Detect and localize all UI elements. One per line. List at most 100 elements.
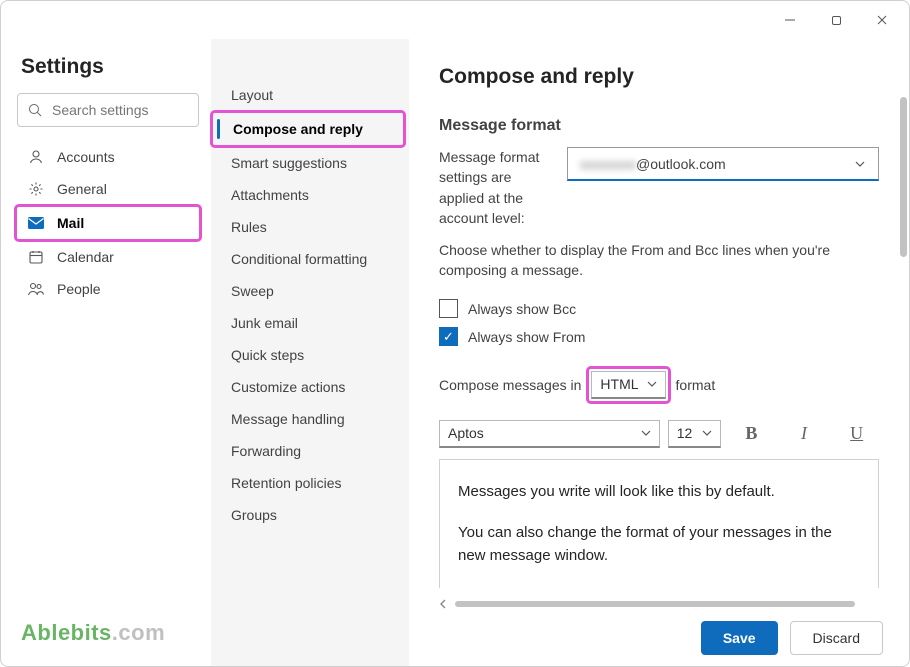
settings-window: Settings Accounts General bbox=[0, 0, 910, 667]
account-select[interactable]: xxxxxxxx@outlook.com bbox=[567, 147, 879, 181]
save-button[interactable]: Save bbox=[701, 621, 778, 655]
bold-button[interactable]: B bbox=[729, 419, 774, 449]
font-toolbar: Aptos 12 B I U bbox=[439, 419, 879, 449]
secondary-sidebar: Layout Compose and reply Smart suggestio… bbox=[211, 39, 409, 666]
person-icon bbox=[27, 149, 45, 165]
primary-sidebar: Settings Accounts General bbox=[1, 39, 211, 666]
bold-icon: B bbox=[745, 423, 757, 444]
font-size-value: 12 bbox=[677, 425, 693, 441]
maximize-icon bbox=[831, 15, 842, 26]
brand-watermark: Ablebits.com bbox=[17, 620, 199, 656]
subnav-item-label: Quick steps bbox=[231, 347, 304, 363]
discard-button-label: Discard bbox=[813, 630, 860, 646]
chevron-down-icon bbox=[647, 379, 657, 389]
gear-icon bbox=[27, 181, 45, 197]
compose-format-suffix: format bbox=[676, 377, 716, 393]
subnav-item-label: Retention policies bbox=[231, 475, 342, 491]
subnav-item-label: Layout bbox=[231, 87, 273, 103]
compose-format-row: Compose messages in HTML format bbox=[439, 369, 879, 401]
chevron-down-icon bbox=[702, 428, 712, 438]
account-masked-name: xxxxxxxx bbox=[580, 156, 636, 172]
subnav-item-label: Compose and reply bbox=[233, 121, 363, 137]
chevron-left-icon bbox=[439, 599, 449, 609]
subnav-item-message-handling[interactable]: Message handling bbox=[211, 403, 409, 435]
subnav-item-retention-policies[interactable]: Retention policies bbox=[211, 467, 409, 499]
subnav-item-sweep[interactable]: Sweep bbox=[211, 275, 409, 307]
message-preview: Messages you write will look like this b… bbox=[439, 459, 879, 588]
sidebar-item-mail[interactable]: Mail bbox=[17, 207, 199, 239]
compose-format-prefix: Compose messages in bbox=[439, 377, 581, 393]
chevron-down-icon bbox=[641, 428, 651, 438]
checkbox-icon bbox=[439, 299, 458, 318]
subnav-item-compose-and-reply[interactable]: Compose and reply bbox=[213, 113, 403, 145]
page-title: Compose and reply bbox=[439, 65, 879, 89]
compose-format-select[interactable]: HTML bbox=[591, 371, 665, 399]
sidebar-item-label: People bbox=[57, 281, 101, 297]
sidebar-item-general[interactable]: General bbox=[17, 173, 199, 205]
checkbox-label: Always show Bcc bbox=[468, 301, 576, 317]
sidebar-item-label: Calendar bbox=[57, 249, 114, 265]
subnav-item-smart-suggestions[interactable]: Smart suggestions bbox=[211, 147, 409, 179]
account-domain: @outlook.com bbox=[636, 156, 726, 172]
window-close-button[interactable] bbox=[859, 4, 905, 36]
horizontal-scrollbar-track[interactable] bbox=[439, 598, 879, 610]
sidebar-item-calendar[interactable]: Calendar bbox=[17, 241, 199, 273]
underline-button[interactable]: U bbox=[834, 419, 879, 449]
account-level-label: Message format settings are applied at t… bbox=[439, 147, 549, 228]
subnav-item-junk-email[interactable]: Junk email bbox=[211, 307, 409, 339]
save-button-label: Save bbox=[723, 630, 756, 646]
chevron-down-icon bbox=[854, 158, 866, 170]
sidebar-item-label: Mail bbox=[57, 215, 84, 231]
subnav-item-label: Junk email bbox=[231, 315, 298, 331]
always-show-from-checkbox[interactable]: ✓ Always show From bbox=[439, 323, 879, 351]
subnav-item-layout[interactable]: Layout bbox=[211, 79, 409, 111]
section-heading: Message format bbox=[439, 117, 879, 135]
sidebar-item-label: Accounts bbox=[57, 149, 115, 165]
subnav-item-label: Conditional formatting bbox=[231, 251, 367, 267]
main-panel: Compose and reply Message format Message… bbox=[409, 39, 909, 666]
subnav-item-label: Rules bbox=[231, 219, 267, 235]
compose-format-highlight: HTML bbox=[589, 369, 667, 401]
window-maximize-button[interactable] bbox=[813, 4, 859, 36]
subnav-item-label: Message handling bbox=[231, 411, 345, 427]
mail-icon bbox=[27, 216, 45, 230]
search-input[interactable] bbox=[52, 102, 188, 118]
font-family-value: Aptos bbox=[448, 425, 484, 441]
compose-format-value: HTML bbox=[600, 376, 638, 392]
from-bcc-helptext: Choose whether to display the From and B… bbox=[439, 240, 859, 281]
underline-icon: U bbox=[850, 423, 863, 444]
subnav-item-forwarding[interactable]: Forwarding bbox=[211, 435, 409, 467]
subnav-item-groups[interactable]: Groups bbox=[211, 499, 409, 531]
font-family-select[interactable]: Aptos bbox=[439, 420, 660, 448]
subnav-item-label: Smart suggestions bbox=[231, 155, 347, 171]
subnav-item-label: Groups bbox=[231, 507, 277, 523]
sidebar-item-accounts[interactable]: Accounts bbox=[17, 141, 199, 173]
subnav-item-customize-actions[interactable]: Customize actions bbox=[211, 371, 409, 403]
subnav-item-label: Attachments bbox=[231, 187, 309, 203]
subnav-item-attachments[interactable]: Attachments bbox=[211, 179, 409, 211]
italic-button[interactable]: I bbox=[782, 419, 827, 449]
preview-line: Messages you write will look like this b… bbox=[458, 480, 860, 503]
discard-button[interactable]: Discard bbox=[790, 621, 883, 655]
font-size-select[interactable]: 12 bbox=[668, 420, 721, 448]
settings-heading: Settings bbox=[21, 55, 199, 79]
footer-buttons: Save Discard bbox=[409, 610, 909, 666]
window-minimize-button[interactable] bbox=[767, 4, 813, 36]
search-icon bbox=[28, 103, 42, 117]
search-settings-field[interactable] bbox=[17, 93, 199, 127]
vertical-scrollbar[interactable] bbox=[900, 97, 907, 257]
preview-line: You can also change the format of your m… bbox=[458, 521, 860, 568]
titlebar bbox=[1, 1, 909, 39]
sidebar-item-label: General bbox=[57, 181, 107, 197]
people-icon bbox=[27, 281, 45, 297]
sidebar-item-people[interactable]: People bbox=[17, 273, 199, 305]
main-scroll-area: Compose and reply Message format Message… bbox=[409, 39, 909, 592]
checkbox-label: Always show From bbox=[468, 329, 585, 345]
settings-body: Settings Accounts General bbox=[1, 39, 909, 666]
subnav-item-rules[interactable]: Rules bbox=[211, 211, 409, 243]
subnav-item-quick-steps[interactable]: Quick steps bbox=[211, 339, 409, 371]
horizontal-scrollbar-thumb[interactable] bbox=[455, 601, 855, 607]
subnav-item-conditional-formatting[interactable]: Conditional formatting bbox=[211, 243, 409, 275]
italic-icon: I bbox=[801, 423, 807, 444]
always-show-bcc-checkbox[interactable]: Always show Bcc bbox=[439, 295, 879, 323]
